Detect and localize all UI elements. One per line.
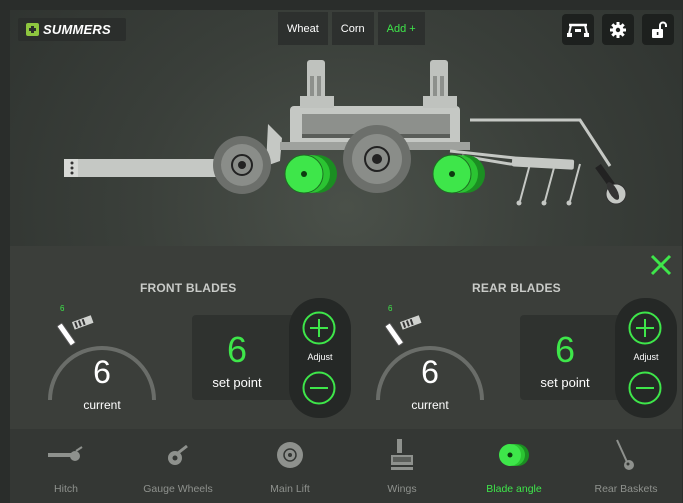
- tab-main-lift[interactable]: Main Lift: [234, 429, 346, 503]
- blade-angle-icon: [499, 444, 529, 466]
- rear-tines: [519, 163, 581, 202]
- hitch-icon: [48, 446, 83, 461]
- front-set-point-value: 6: [226, 329, 248, 370]
- rear-baskets-icon: [616, 439, 634, 470]
- front-adjust-label: Adjust: [307, 352, 333, 362]
- hitch-bar: [64, 159, 224, 177]
- tab-hitch-label: Hitch: [54, 483, 78, 495]
- lift-cylinders: [300, 60, 457, 108]
- crop-selector: Wheat Corn Add +: [278, 12, 425, 45]
- tab-wings-label: Wings: [387, 483, 417, 495]
- tab-main-lift-label: Main Lift: [270, 483, 310, 495]
- rear-decrease-button[interactable]: [628, 371, 662, 405]
- tab-hitch[interactable]: Hitch: [10, 429, 122, 503]
- logo-text: SUMMERS: [43, 22, 111, 37]
- front-current-value: 6: [93, 354, 111, 390]
- main-lift-icon: [277, 442, 303, 468]
- rear-current-value: 6: [421, 354, 439, 390]
- wings-icon: [391, 439, 413, 470]
- top-toolbar: [562, 14, 674, 45]
- front-blade-mini-icon: [71, 315, 94, 330]
- front-blades-title: FRONT BLADES: [140, 281, 237, 295]
- rear-adjust-label: Adjust: [633, 352, 659, 362]
- rear-set-point-value: 6: [554, 329, 576, 370]
- gauge-wheel-icon: [168, 444, 188, 465]
- tab-wings[interactable]: Wings: [346, 429, 458, 503]
- lock-button[interactable]: [642, 14, 674, 45]
- front-blade-marker: [56, 322, 76, 347]
- summers-logo: SUMMERS: [18, 18, 126, 41]
- tab-gauge-wheels-label: Gauge Wheels: [143, 483, 213, 495]
- tab-blade-angle[interactable]: Blade angle: [458, 429, 570, 503]
- crop-wheat-button[interactable]: Wheat: [278, 12, 328, 45]
- front-marker-value: 6: [60, 304, 65, 313]
- rear-blade-marker: [384, 322, 404, 347]
- rear-marker-value: 6: [388, 304, 393, 313]
- front-decrease-button[interactable]: [302, 371, 336, 405]
- unlock-icon: [652, 21, 667, 38]
- hitch-view-icon: [567, 23, 589, 37]
- front-blade-gang: [284, 154, 337, 194]
- rear-current-gauge: 6 6 current: [370, 304, 490, 420]
- rear-set-point-label: set point: [540, 375, 590, 390]
- tab-gauge-wheels[interactable]: Gauge Wheels: [122, 429, 234, 503]
- tab-blade-angle-label: Blade angle: [486, 483, 542, 495]
- rear-increase-button[interactable]: [628, 311, 662, 345]
- summers-cross-icon: [26, 23, 39, 36]
- rear-blade-mini-icon: [399, 315, 422, 330]
- main-lift-wheel: [343, 125, 411, 193]
- rear-current-label: current: [411, 398, 449, 412]
- machine-illustration: [64, 60, 627, 206]
- rear-adjust-control: Adjust: [615, 298, 677, 418]
- app-window: SUMMERS Wheat Corn Add + FRONT BLADES 6 …: [10, 10, 682, 503]
- rear-basket-icon-graphic: [595, 163, 627, 205]
- rear-blade-gang: [432, 154, 485, 194]
- tab-rear-baskets-label: Rear Baskets: [594, 483, 658, 495]
- front-set-point-label: set point: [212, 375, 262, 390]
- front-adjust-control: Adjust: [289, 298, 351, 418]
- settings-button[interactable]: [602, 14, 634, 45]
- tab-rear-baskets[interactable]: Rear Baskets: [570, 429, 682, 503]
- front-current-gauge: 6 6 current: [42, 304, 162, 420]
- front-set-point-box: 6 set point: [192, 315, 304, 400]
- front-increase-button[interactable]: [302, 311, 336, 345]
- crop-corn-button[interactable]: Corn: [331, 12, 374, 45]
- front-current-label: current: [83, 398, 121, 412]
- hitch-view-button[interactable]: [562, 14, 594, 45]
- add-crop-button[interactable]: Add +: [377, 12, 425, 45]
- rear-blades-title: REAR BLADES: [472, 281, 561, 295]
- gauge-wheel: [213, 136, 271, 194]
- bottom-tab-bar: Hitch Gauge Wheels Main Lift Wings Blade…: [10, 429, 682, 503]
- close-panel-icon[interactable]: [650, 254, 672, 276]
- gear-icon: [610, 21, 626, 38]
